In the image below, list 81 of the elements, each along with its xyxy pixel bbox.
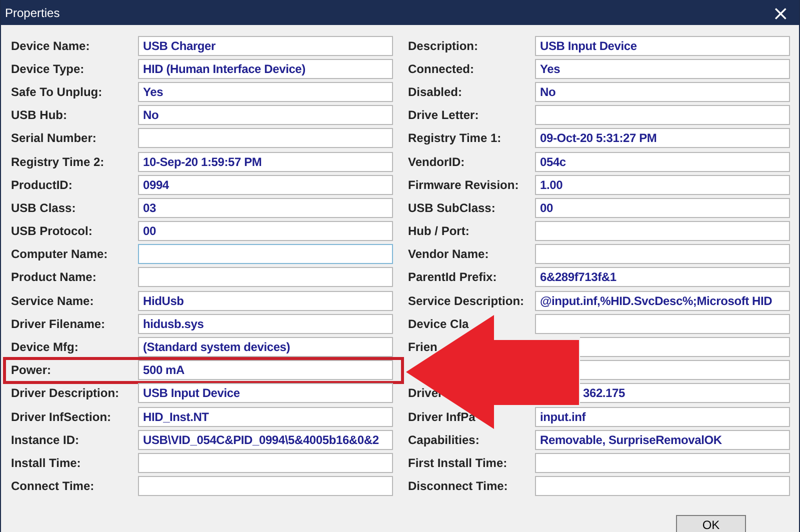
- field-label: Description:: [408, 38, 478, 53]
- text-field[interactable]: [138, 452, 393, 473]
- text-field[interactable]: No: [138, 105, 393, 126]
- field-label: Registry Time 1:: [408, 131, 502, 146]
- field-label: Capabilities:: [408, 432, 480, 447]
- field-label: Safe To Unplug:: [11, 84, 102, 99]
- field-label: Driver InfPa: [408, 410, 476, 424]
- text-field[interactable]: [535, 244, 790, 264]
- text-field[interactable]: [138, 476, 393, 496]
- text-field[interactable]: 09-Oct-20 5:31:27 PM: [535, 128, 790, 148]
- window-title: Properties: [5, 6, 60, 20]
- text-field[interactable]: HID (Human Interface Device): [138, 58, 393, 79]
- field-label: Computer Name:: [11, 247, 108, 262]
- field-label: Frien: [408, 340, 438, 354]
- field-label: USB Hub:: [11, 108, 67, 122]
- text-field[interactable]: 362.175: [580, 383, 790, 404]
- field-label: ProductID:: [11, 178, 72, 192]
- text-field[interactable]: No: [535, 82, 790, 102]
- text-field[interactable]: [138, 244, 393, 264]
- text-field[interactable]: [535, 452, 790, 473]
- text-field[interactable]: [580, 360, 790, 380]
- text-field[interactable]: HidUsb: [138, 290, 393, 311]
- text-field[interactable]: USB Input Device: [535, 36, 790, 56]
- close-button[interactable]: ×: [762, 0, 799, 25]
- field-label: USB Protocol:: [11, 224, 92, 238]
- text-field[interactable]: 00: [535, 198, 790, 218]
- field-label: Registry Time 2:: [11, 154, 104, 169]
- field-label: Power:: [11, 363, 52, 378]
- field-label: Driver InfSection:: [11, 410, 112, 424]
- field-label: Connected:: [408, 62, 474, 76]
- text-field[interactable]: 1.00: [535, 174, 790, 195]
- text-field[interactable]: 0994: [138, 174, 393, 195]
- text-field[interactable]: [580, 337, 790, 358]
- text-field[interactable]: Yes: [535, 58, 790, 79]
- text-field[interactable]: 500 mA: [138, 360, 393, 380]
- field-label: Hub / Port:: [408, 224, 470, 238]
- ok-button[interactable]: OK: [676, 514, 746, 532]
- field-label: USB SubClass:: [408, 200, 496, 215]
- text-field[interactable]: Removable, SurpriseRemovalOK: [535, 430, 790, 450]
- field-label: Serial Number:: [11, 131, 96, 146]
- text-field[interactable]: [138, 267, 393, 288]
- field-label: Device Name:: [11, 38, 90, 53]
- text-field[interactable]: 00: [138, 221, 393, 242]
- field-label: USB Class:: [11, 200, 76, 215]
- text-field[interactable]: USB Charger: [138, 36, 393, 56]
- text-field[interactable]: [535, 314, 790, 334]
- field-label: Product Name:: [11, 270, 96, 284]
- field-label: Driver Description:: [11, 386, 120, 400]
- text-field[interactable]: USB\VID_054C&PID_0994\5&4005b16&0&2: [138, 430, 393, 450]
- field-label: Service Name:: [11, 294, 94, 308]
- field-label: Vendor Name:: [408, 247, 489, 262]
- field-label: Install Time:: [11, 456, 81, 470]
- field-label: Service Description:: [408, 294, 524, 308]
- field-label: Firmware Revision:: [408, 178, 519, 192]
- text-field[interactable]: 054c: [535, 152, 790, 172]
- field-label: VendorID:: [408, 154, 465, 169]
- field-label: First Install Time:: [408, 456, 508, 470]
- text-field[interactable]: hidusb.sys: [138, 314, 393, 334]
- field-label: ParentId Prefix:: [408, 270, 497, 284]
- text-field[interactable]: (Standard system devices): [138, 337, 393, 358]
- field-label: Connect Time:: [11, 479, 94, 494]
- field-label: Device Type:: [11, 62, 84, 76]
- field-label: Drive Letter:: [408, 108, 479, 122]
- field-label: Disconnect Time:: [408, 479, 508, 494]
- field-label: Device Cla: [408, 316, 469, 331]
- text-field[interactable]: USB Input Device: [138, 383, 393, 404]
- field-label: Driver Filename:: [11, 316, 106, 331]
- text-field[interactable]: [535, 476, 790, 496]
- text-field[interactable]: HID_Inst.NT: [138, 406, 393, 427]
- text-field[interactable]: [535, 105, 790, 126]
- text-field[interactable]: Yes: [138, 82, 393, 102]
- text-field[interactable]: [535, 221, 790, 242]
- text-field[interactable]: 6&289f713f&1: [535, 267, 790, 288]
- text-field[interactable]: 03: [138, 198, 393, 218]
- text-field[interactable]: 10-Sep-20 1:59:57 PM: [138, 152, 393, 172]
- text-field[interactable]: input.inf: [535, 406, 790, 427]
- field-label: Instance ID:: [11, 432, 80, 447]
- field-label: Disabled:: [408, 84, 462, 99]
- field-label: Device Mfg:: [11, 340, 78, 354]
- text-field[interactable]: @input.inf,%HID.SvcDesc%;Microsoft HID: [535, 290, 790, 311]
- text-field[interactable]: [138, 128, 393, 148]
